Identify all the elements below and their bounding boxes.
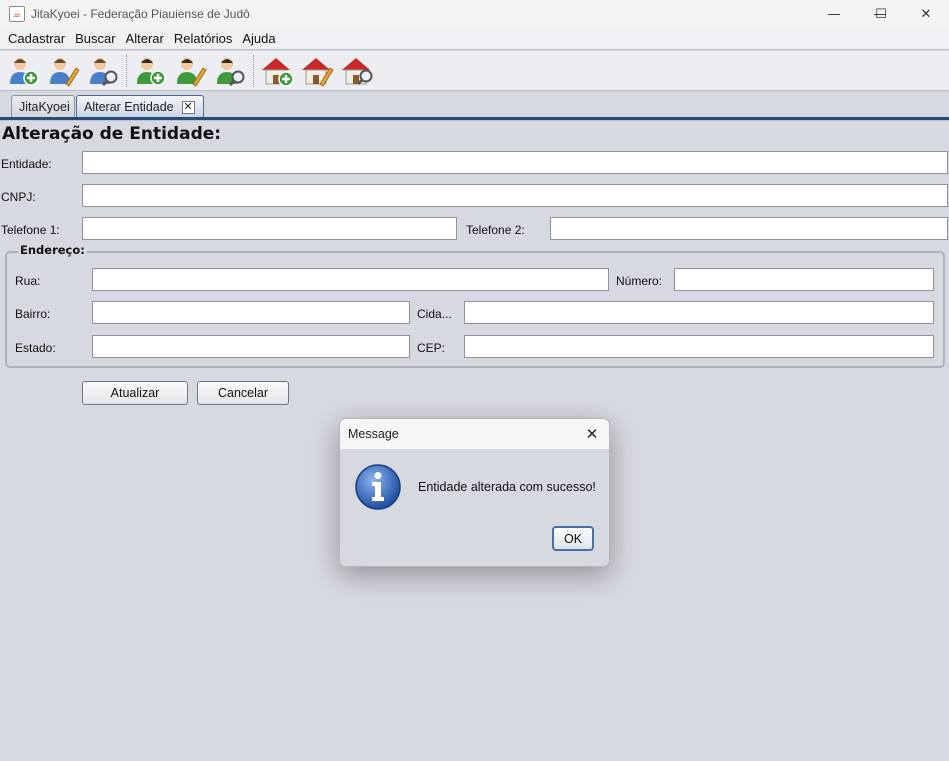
user-search-button[interactable] [83,53,123,89]
tab-alterar-entidade[interactable]: Alterar Entidade ✕ [76,95,204,118]
athlete-search-icon [217,57,245,86]
cnpj-label: CNPJ: [1,190,36,204]
numero-input[interactable] [674,268,934,291]
bairro-input[interactable] [92,301,410,324]
menu-cadastrar[interactable]: Cadastrar [7,31,66,46]
user-add-button[interactable] [3,53,43,89]
numero-label: Número: [616,274,663,288]
endereco-group: Endereço: Rua: Número: Bairro: Cida... E… [5,243,945,368]
rua-label: Rua: [15,274,41,288]
dialog-body: Entidade alterada com sucesso! OK [340,449,609,566]
message-dialog: Message ✕ Entidade alterada com sucesso!… [339,418,610,567]
user-add-icon [10,57,39,86]
bairro-label: Bairro: [15,307,51,321]
rua-input[interactable] [92,268,609,291]
athlete-edit-icon [177,57,207,87]
toolbar [0,51,949,91]
page-title: Alteração de Entidade: [2,124,222,144]
minimize-button[interactable]: — [811,0,857,28]
tab-jitakyoei[interactable]: JitaKyoei [11,95,75,118]
title-bar: ☕ JitaKyoei - Federação Piauiense de Jud… [0,0,949,28]
entidade-input[interactable] [82,151,948,174]
dialog-title-bar: Message [340,419,609,449]
cep-label: CEP: [417,341,446,355]
athlete-add-icon [137,57,166,86]
house-edit-icon [302,57,334,87]
house-search-icon [342,57,373,85]
menu-alterar[interactable]: Alterar [125,31,165,46]
user-edit-icon [50,57,80,87]
athlete-search-button[interactable] [210,53,250,89]
menu-ajuda[interactable]: Ajuda [241,31,276,46]
close-tab-icon[interactable]: ✕ [181,100,195,114]
cnpj-input[interactable] [82,184,948,207]
user-edit-button[interactable] [43,53,83,89]
maximize-button[interactable]: ☐ [858,0,904,28]
athlete-add-button[interactable] [130,53,170,89]
tab-label: JitaKyoei [19,100,70,114]
endereco-title: Endereço: [18,243,87,257]
telefone2-input[interactable] [550,217,948,240]
user-search-icon [90,57,118,86]
house-add-button[interactable] [257,53,297,89]
close-window-button[interactable]: ✕ [903,0,949,28]
window-title: JitaKyoei - Federação Piauiense de Judô [31,7,250,21]
cancelar-button[interactable]: Cancelar [197,381,289,405]
menu-relatorios[interactable]: Relatórios [173,31,234,46]
house-search-button[interactable] [337,53,377,89]
cidade-input[interactable] [464,301,934,324]
dialog-message: Entidade alterada com sucesso! [418,480,596,494]
estado-label: Estado: [15,341,56,355]
toolbar-separator [126,54,127,87]
cidade-label: Cida... [417,307,452,321]
telefone1-label: Telefone 1: [1,223,60,237]
toolbar-separator [253,54,254,87]
telefone2-label: Telefone 2: [466,223,525,237]
telefone1-input[interactable] [82,217,457,240]
cep-input[interactable] [464,335,934,358]
ok-button[interactable]: OK [552,526,594,551]
atualizar-button[interactable]: Atualizar [82,381,188,405]
tab-strip: JitaKyoei Alterar Entidade ✕ [0,92,949,118]
java-app-icon: ☕ [9,6,25,22]
house-add-icon [262,57,294,87]
dialog-close-button[interactable]: ✕ [581,423,603,445]
tab-label: Alterar Entidade [84,100,174,114]
dialog-title: Message [348,427,399,441]
menu-buscar[interactable]: Buscar [74,31,116,46]
menu-bar: Cadastrar Buscar Alterar Relatórios Ajud… [0,28,949,50]
info-icon [355,464,401,510]
house-edit-button[interactable] [297,53,337,89]
athlete-edit-button[interactable] [170,53,210,89]
estado-input[interactable] [92,335,410,358]
entidade-label: Entidade: [1,157,52,171]
